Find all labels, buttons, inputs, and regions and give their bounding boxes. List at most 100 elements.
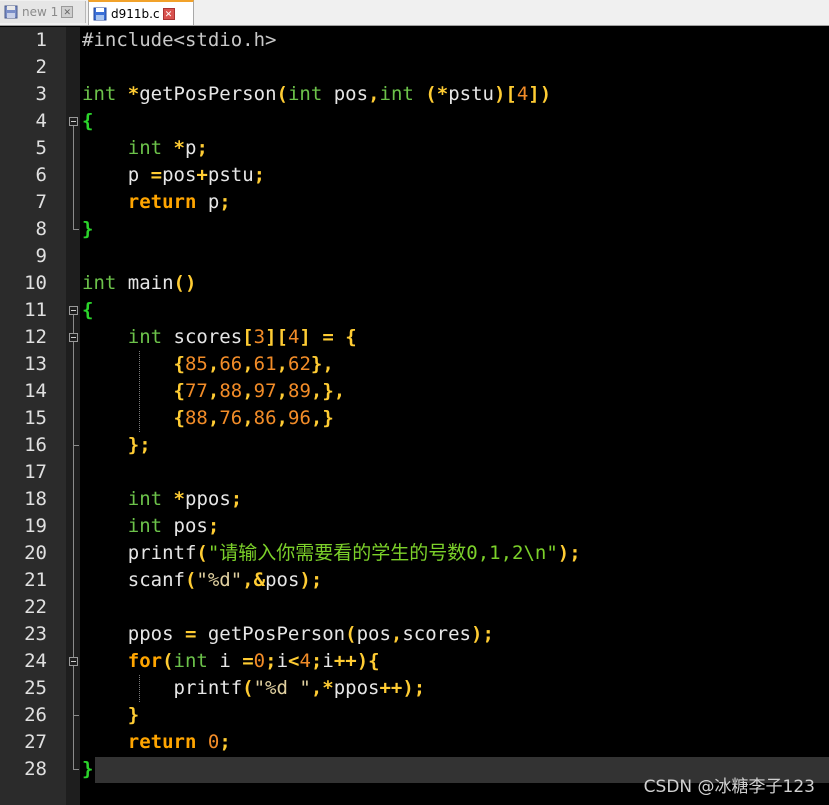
- code-line[interactable]: scanf("%d",&pos);: [82, 567, 323, 594]
- code-token: i: [322, 650, 334, 672]
- code-token: );: [471, 623, 494, 645]
- line-number: 12: [24, 326, 47, 348]
- code-token: getPosPerson: [139, 83, 277, 105]
- code-token: 97: [253, 380, 277, 402]
- line-number: 3: [35, 83, 47, 105]
- code-line[interactable]: int *getPosPerson(int pos,int (*pstu)[4]…: [82, 81, 551, 108]
- code-token: }: [82, 758, 94, 780]
- code-token: <: [288, 650, 300, 672]
- code-token: 76: [219, 407, 243, 429]
- code-token: 88: [219, 380, 243, 402]
- code-token: *: [173, 488, 185, 510]
- code-token: 86: [253, 407, 277, 429]
- code-line[interactable]: }: [82, 702, 139, 729]
- code-token: =: [150, 164, 163, 186]
- code-token: 96: [288, 407, 311, 429]
- code-token: }: [127, 704, 140, 726]
- code-token: ,}: [310, 407, 334, 429]
- code-token: pos: [162, 164, 197, 186]
- line-number: 19: [24, 515, 47, 537]
- code-line[interactable]: printf("请输入你需要看的学生的号数0,1,2\n");: [82, 540, 581, 567]
- code-token: 4: [299, 650, 311, 672]
- watermark: CSDN @冰糖李子123: [643, 777, 815, 797]
- line-number: 10: [24, 272, 47, 294]
- code-line[interactable]: int main(): [82, 270, 196, 297]
- code-line[interactable]: }: [82, 756, 93, 783]
- code-token: p: [196, 191, 220, 213]
- code-line[interactable]: {77,88,97,89,},: [82, 378, 346, 405]
- code-line[interactable]: p =pos+pstu;: [82, 162, 265, 189]
- code-line[interactable]: {88,76,86,96,}: [82, 405, 334, 432]
- code-token: scores: [402, 623, 471, 645]
- code-token: *: [127, 83, 140, 105]
- fold-toggle-icon[interactable]: [69, 306, 78, 315]
- code-token: ;: [253, 164, 266, 186]
- indent-guide: [139, 675, 140, 702]
- code-line[interactable]: return p;: [82, 189, 231, 216]
- code-token: ++);: [379, 677, 426, 699]
- code-token: (: [162, 650, 174, 672]
- code-token: ]): [528, 83, 552, 105]
- fold-toggle-icon[interactable]: [69, 657, 78, 666]
- line-number: 18: [24, 488, 47, 510]
- code-line[interactable]: {85,66,61,62},: [82, 351, 334, 378]
- line-number: 24: [24, 650, 47, 672]
- code-token: i: [207, 650, 243, 672]
- code-token: 4: [516, 83, 529, 105]
- code-token: p: [185, 137, 197, 159]
- code-token: 66: [219, 353, 243, 375]
- code-token: 89: [288, 380, 311, 402]
- code-line[interactable]: ppos = getPosPerson(pos,scores);: [82, 621, 494, 648]
- fold-line: [73, 126, 74, 229]
- line-number: 27: [24, 731, 47, 753]
- save-icon: [93, 7, 107, 20]
- code-token: (: [242, 677, 254, 699]
- fold-toggle-icon[interactable]: [69, 117, 78, 126]
- code-token: {: [82, 110, 94, 132]
- close-icon[interactable]: ✕: [61, 6, 74, 18]
- code-token: 77: [184, 380, 208, 402]
- line-number: 2: [35, 56, 47, 78]
- code-token: ;: [230, 488, 243, 510]
- code-token: main: [116, 272, 174, 294]
- code-token: ,: [276, 353, 288, 375]
- code-line[interactable]: {: [82, 297, 93, 324]
- code-line[interactable]: }: [82, 216, 93, 243]
- code-token: ++){: [333, 650, 380, 672]
- code-line[interactable]: return 0;: [82, 729, 231, 756]
- line-number: 25: [24, 677, 47, 699]
- code-token: {: [345, 326, 357, 348]
- code-line[interactable]: int scores[3][4] = {: [82, 324, 357, 351]
- code-token: int: [82, 272, 117, 294]
- code-token: (: [196, 542, 208, 564]
- fold-end-marker: [73, 445, 79, 446]
- code-token: pos: [356, 623, 391, 645]
- line-number: 22: [24, 596, 47, 618]
- code-token: {: [82, 299, 94, 321]
- fold-toggle-icon[interactable]: [69, 333, 78, 342]
- code-line[interactable]: };: [82, 432, 151, 459]
- code-token: {: [173, 353, 185, 375]
- tab-new-1[interactable]: new 1 ✕: [0, 1, 86, 23]
- code-line[interactable]: #include<stdio.h>: [82, 27, 276, 54]
- line-number: 17: [24, 461, 47, 483]
- code-token: printf: [82, 542, 197, 564]
- close-icon[interactable]: ✕: [162, 7, 175, 20]
- code-token: (: [276, 83, 288, 105]
- code-token: ,*: [310, 677, 334, 699]
- code-token: 0: [207, 731, 220, 753]
- code-line[interactable]: printf("%d ",*ppos++);: [82, 675, 426, 702]
- code-token: pstu: [448, 83, 494, 105]
- code-token: "%d": [196, 569, 243, 591]
- code-token: ppos: [185, 488, 231, 510]
- code-line[interactable]: for(int i =0;i<4;i++){: [82, 648, 380, 675]
- code-line[interactable]: int *p;: [82, 135, 208, 162]
- code-token: pos: [322, 83, 369, 105]
- tab-d911b-c[interactable]: d911b.c ✕: [88, 0, 194, 25]
- code-line[interactable]: int pos;: [82, 513, 220, 540]
- code-line[interactable]: {: [82, 108, 93, 135]
- code-line[interactable]: int *ppos;: [82, 486, 242, 513]
- code-token: int: [127, 488, 163, 510]
